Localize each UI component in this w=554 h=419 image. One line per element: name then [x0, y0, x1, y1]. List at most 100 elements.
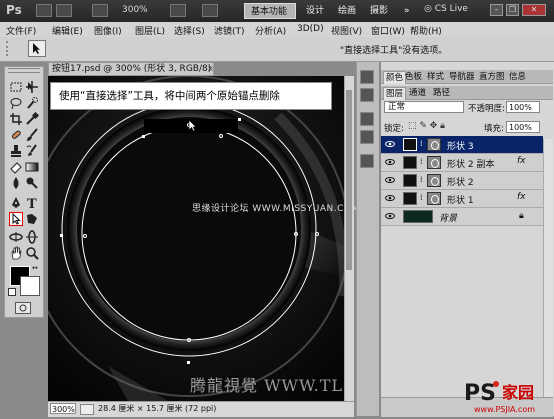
workspace-painting-button[interactable]: 绘画 — [332, 3, 364, 19]
layer-row[interactable]: 背景 🔒︎ — [381, 208, 543, 226]
tab-swatches[interactable]: 色板 — [403, 71, 424, 83]
eyedropper-tool[interactable] — [25, 112, 39, 126]
zoom-field[interactable]: 300% — [50, 403, 76, 414]
healing-brush-tool[interactable] — [9, 128, 23, 142]
vertical-scrollbar-thumb[interactable] — [346, 90, 352, 270]
blend-mode-dropdown[interactable]: 正常 — [384, 101, 464, 113]
hand-tool[interactable] — [9, 246, 23, 260]
cs-live-button[interactable]: ◎ CS Live — [424, 4, 468, 14]
canvas[interactable] — [48, 76, 344, 401]
history-panel-icon[interactable] — [360, 70, 374, 84]
tab-styles[interactable]: 样式 — [425, 71, 446, 83]
view-extras-icon[interactable] — [92, 4, 108, 17]
menu-image[interactable]: 图像(I) — [94, 24, 122, 37]
opacity-input[interactable]: 100% — [506, 101, 540, 113]
brush-tool[interactable] — [25, 128, 39, 142]
gradient-tool[interactable] — [25, 160, 39, 174]
workspace-essentials-button[interactable]: 基本功能 — [244, 3, 296, 19]
3d-orbit-tool[interactable] — [25, 230, 39, 244]
workspace-more-button[interactable]: » — [398, 3, 416, 19]
menu-view[interactable]: 视图(V) — [331, 24, 362, 37]
layer-row[interactable]: ⁞ 形状 3 — [381, 136, 543, 154]
clone-stamp-tool[interactable] — [9, 144, 23, 158]
custom-shape-tool[interactable] — [25, 212, 39, 226]
close-icon[interactable]: ✕ — [522, 4, 546, 16]
tab-info[interactable]: 信息 — [507, 71, 528, 83]
dodge-tool[interactable] — [25, 176, 39, 190]
options-grip[interactable] — [6, 41, 16, 56]
layers-panel-tabs: 图层 通道 路径 — [381, 86, 553, 100]
tab-channels[interactable]: 通道 — [407, 87, 428, 99]
quick-mask-button[interactable] — [15, 302, 31, 314]
workspace-photography-button[interactable]: 摄影 — [364, 3, 396, 19]
restore-icon[interactable]: ❐ — [506, 4, 519, 16]
menu-3d[interactable]: 3D(D) — [297, 24, 324, 34]
default-colors-icon[interactable] — [8, 288, 16, 296]
fill-input[interactable]: 100% — [506, 121, 540, 133]
screen-mode-icon[interactable] — [202, 4, 218, 17]
menu-file[interactable]: 文件(F) — [6, 24, 36, 37]
zoom-level-dropdown[interactable]: 300% — [122, 5, 148, 15]
menu-filter[interactable]: 滤镜(T) — [214, 24, 245, 37]
eraser-tool[interactable] — [9, 160, 23, 174]
history-brush-tool[interactable] — [25, 144, 39, 158]
direct-selection-tool[interactable] — [9, 212, 23, 226]
marquee-tool[interactable] — [9, 80, 23, 94]
layer-thumbnail — [403, 210, 433, 223]
layers-scrollbar[interactable] — [543, 139, 553, 397]
swap-colors-icon[interactable]: ↔ — [32, 264, 38, 272]
lasso-tool[interactable] — [9, 96, 23, 110]
tab-histogram[interactable]: 直方图 — [477, 71, 507, 83]
layer-row[interactable]: ⁞ 形状 2 — [381, 172, 543, 190]
visibility-eye-icon[interactable] — [385, 157, 395, 167]
bridge-icon[interactable] — [36, 4, 52, 17]
menu-select[interactable]: 选择(S) — [174, 24, 205, 37]
layer-effects-icon[interactable]: fx — [517, 192, 526, 202]
pen-tool[interactable] — [9, 196, 23, 210]
document-close-icon[interactable]: × — [207, 64, 214, 73]
type-icon: T — [27, 197, 37, 210]
layer-name: 形状 3 — [447, 142, 474, 152]
lock-icons[interactable]: ⬚ ✎ ✥ 🔒︎ — [408, 121, 445, 131]
tab-layers[interactable]: 图层 — [383, 87, 407, 100]
link-icon: ⁞ — [420, 193, 423, 202]
anchor-point[interactable] — [142, 135, 145, 138]
zoom-tool[interactable] — [25, 246, 39, 260]
workspace-design-button[interactable]: 设计 — [300, 3, 332, 19]
layer-row[interactable]: ⁞ 形状 2 副本 fx — [381, 154, 543, 172]
crop-tool[interactable] — [9, 112, 23, 126]
character-panel-icon[interactable] — [360, 154, 374, 168]
type-tool[interactable]: T — [25, 196, 39, 210]
menu-layer[interactable]: 图层(L) — [135, 24, 165, 37]
visibility-eye-icon[interactable] — [385, 211, 395, 221]
visibility-eye-icon[interactable] — [385, 175, 395, 185]
anchor-point[interactable] — [60, 234, 63, 237]
visibility-eye-icon[interactable] — [385, 139, 395, 149]
blur-tool[interactable] — [9, 176, 23, 190]
layer-row[interactable]: ⁞ 形状 1 fx — [381, 190, 543, 208]
tab-navigator[interactable]: 导航器 — [447, 71, 477, 83]
brush-panel-icon[interactable] — [360, 112, 374, 126]
anchor-point[interactable] — [187, 361, 190, 364]
menu-analysis[interactable]: 分析(A) — [255, 24, 286, 37]
status-info-icon[interactable] — [80, 404, 94, 415]
3d-rotate-tool[interactable] — [9, 230, 23, 244]
menu-help[interactable]: 帮助(H) — [410, 24, 442, 37]
tool-preset-picker[interactable] — [28, 40, 46, 57]
quick-select-tool[interactable] — [25, 96, 39, 110]
document-tab[interactable]: 按钮17.psd @ 300% (形状 3, RGB/8) * — [48, 62, 214, 87]
layer-effects-icon[interactable]: fx — [517, 156, 526, 166]
arrange-documents-icon[interactable] — [170, 4, 186, 17]
tab-paths[interactable]: 路径 — [431, 87, 452, 99]
move-tool[interactable] — [25, 80, 39, 94]
minimize-icon[interactable]: – — [490, 4, 503, 16]
background-color-swatch[interactable] — [20, 276, 40, 296]
clone-source-panel-icon[interactable] — [360, 130, 374, 144]
menu-window[interactable]: 窗口(W) — [371, 24, 405, 37]
toolbox-grip[interactable] — [8, 68, 40, 73]
mini-bridge-icon[interactable] — [56, 4, 72, 17]
anchor-point[interactable] — [238, 118, 241, 121]
actions-panel-icon[interactable] — [360, 88, 374, 102]
visibility-eye-icon[interactable] — [385, 193, 395, 203]
menu-edit[interactable]: 编辑(E) — [52, 24, 83, 37]
